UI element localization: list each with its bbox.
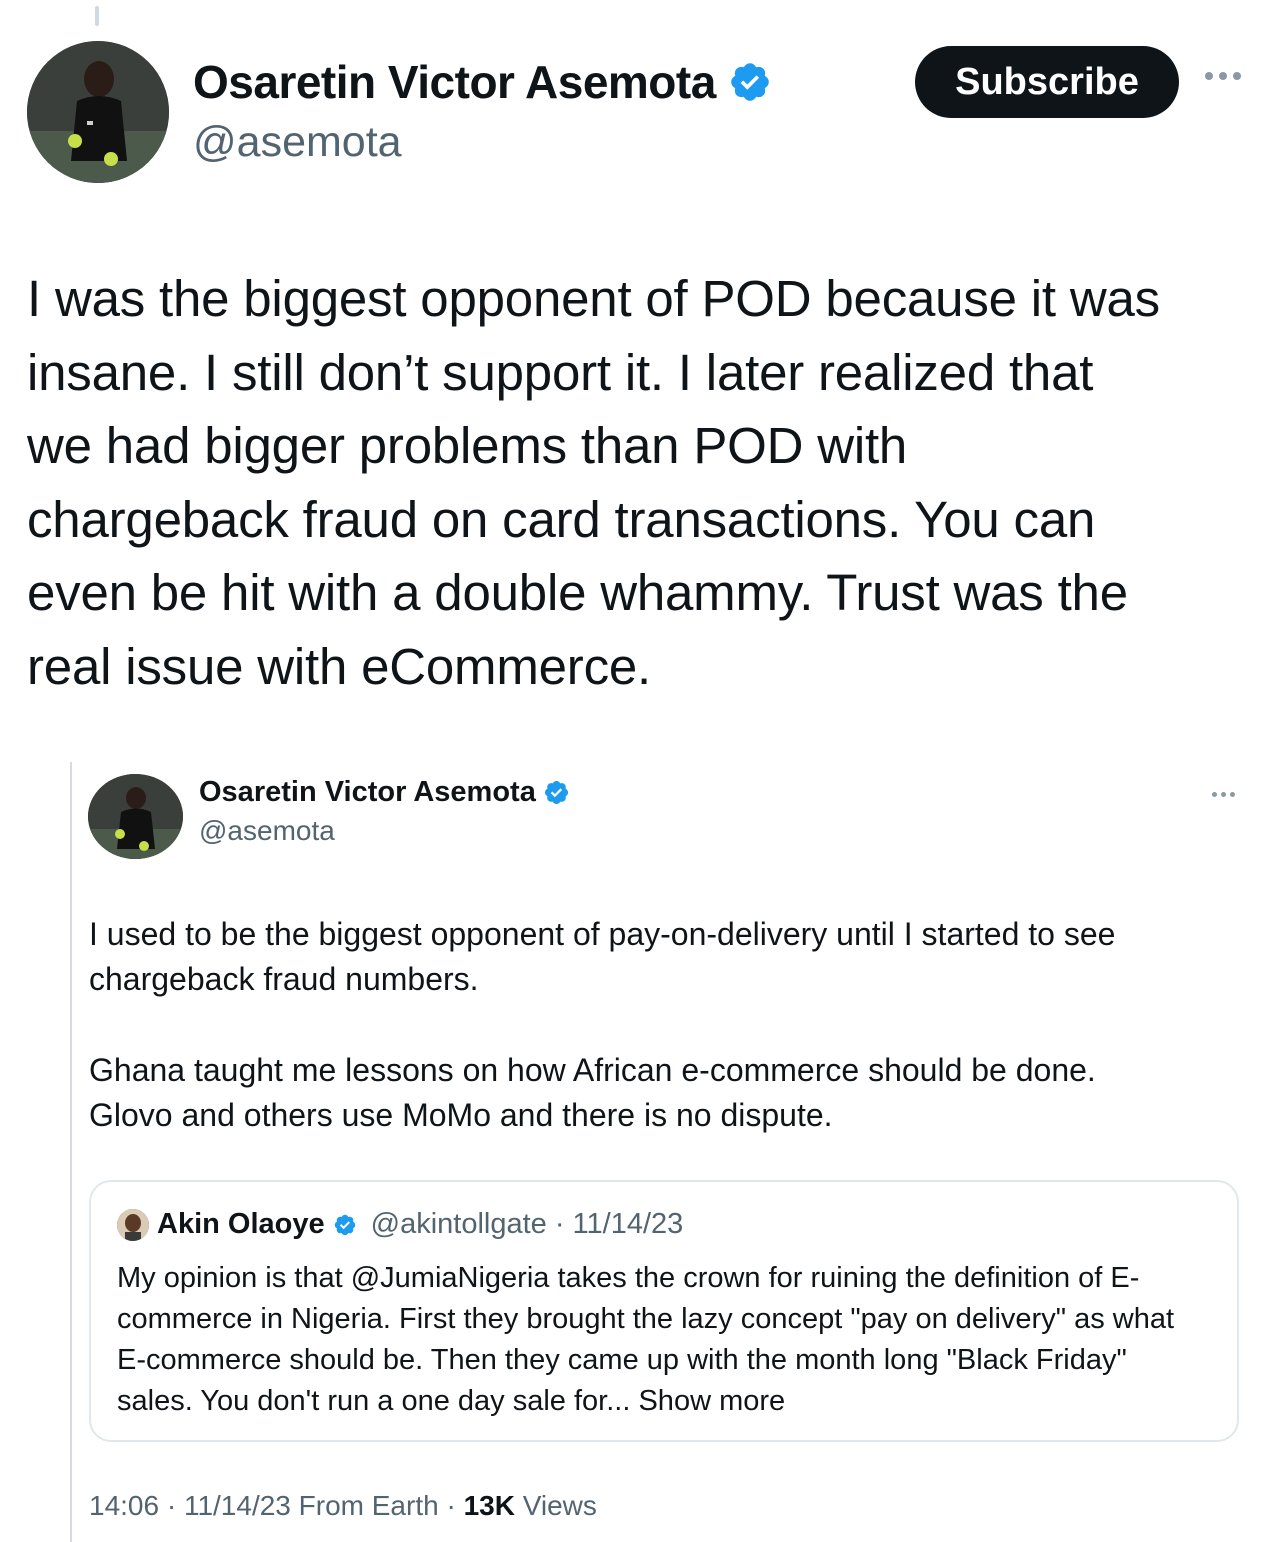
nested-quote-text: My opinion is that @JumiaNigeria takes t…: [117, 1258, 1217, 1422]
quoted-author-name[interactable]: Osaretin Victor Asemota: [199, 776, 570, 809]
verified-badge-icon: [731, 63, 769, 101]
avatar-photo: [88, 774, 183, 859]
nested-quote-card[interactable]: Akin Olaoye @akintollgate · 11/14/23 My …: [89, 1180, 1239, 1442]
avatar-photo: [27, 41, 169, 183]
thread-connector-line: [95, 6, 99, 26]
nested-author-name[interactable]: Akin Olaoye: [157, 1208, 325, 1241]
dot: [1219, 72, 1227, 80]
dot: [1212, 792, 1217, 797]
dot: [1205, 72, 1213, 80]
dot: [1233, 72, 1241, 80]
more-options-icon[interactable]: [1205, 72, 1241, 80]
author-name[interactable]: Osaretin Victor Asemota: [193, 55, 772, 109]
quoted-author-handle[interactable]: @asemota: [199, 815, 335, 847]
quoted-more-options-icon[interactable]: [1212, 792, 1235, 797]
quoted-paragraph-1: I used to be the biggest opponent of pay…: [89, 916, 1116, 997]
subscribe-button[interactable]: Subscribe: [915, 46, 1179, 118]
author-avatar[interactable]: [27, 41, 169, 183]
nested-quote-header: Akin Olaoye @akintollgate · 11/14/23: [117, 1208, 683, 1241]
avatar-photo: [117, 1208, 149, 1241]
dot: [1230, 792, 1235, 797]
quoted-author-name-text: Osaretin Victor Asemota: [199, 776, 536, 808]
views-count: 13K: [463, 1490, 515, 1521]
tweet-meta: 14:06 · 11/14/23 From Earth · 13K Views: [89, 1490, 597, 1522]
views-label: Views: [514, 1490, 597, 1521]
timestamp-source[interactable]: 14:06 · 11/14/23 From Earth ·: [89, 1490, 464, 1521]
quoted-paragraph-2: Ghana taught me lessons on how African e…: [89, 1052, 1096, 1133]
quote-divider-line: [70, 762, 72, 1542]
nested-author-avatar[interactable]: [117, 1208, 149, 1241]
quoted-author-avatar[interactable]: [88, 774, 183, 859]
dot: [1221, 792, 1226, 797]
tweet-text: I was the biggest opponent of POD becaus…: [27, 270, 1160, 695]
verified-badge-icon: [334, 1214, 355, 1235]
author-handle[interactable]: @asemota: [193, 118, 402, 167]
nested-author-handle-date: @akintollgate · 11/14/23: [370, 1208, 684, 1240]
show-more-link[interactable]: Show more: [638, 1385, 785, 1417]
author-name-text: Osaretin Victor Asemota: [193, 56, 716, 108]
verified-badge-icon: [544, 780, 568, 805]
